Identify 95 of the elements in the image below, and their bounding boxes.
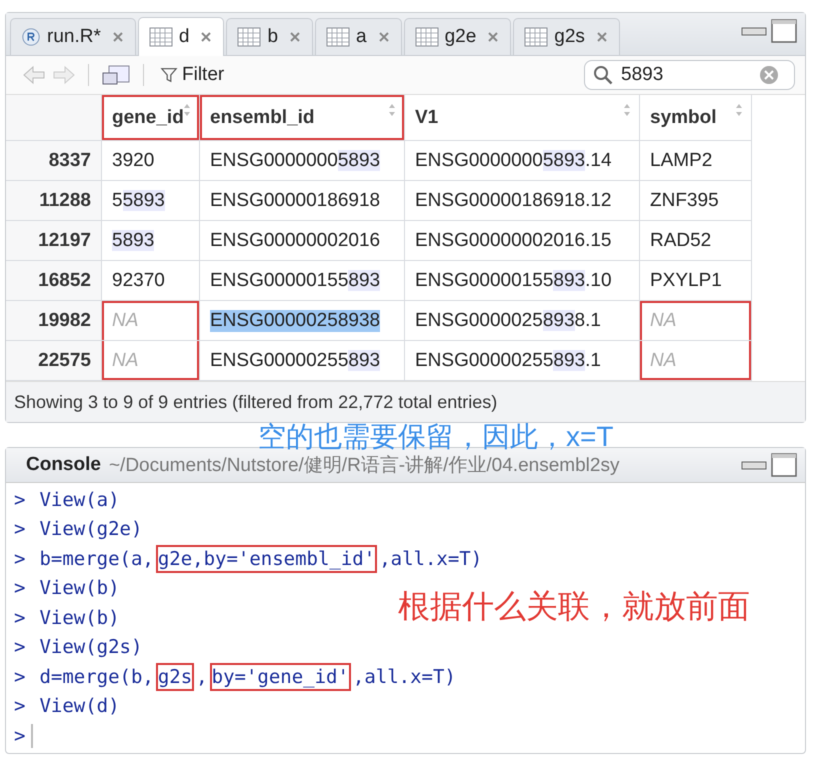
prompt: > [14, 518, 26, 540]
row-number: 11288 [6, 181, 102, 221]
tab[interactable]: run.R* [10, 18, 136, 55]
code-line: View(b) [38, 577, 121, 600]
grid-icon [326, 27, 350, 47]
prompt: > [14, 606, 26, 629]
table-cell: LAMP2 [640, 141, 752, 181]
tab[interactable]: d [138, 17, 224, 56]
table-cell: ENSG00000155893 [200, 261, 405, 301]
row-number: 22575 [6, 341, 102, 381]
prompt: > [14, 577, 26, 600]
clear-icon[interactable] [759, 65, 779, 85]
table-cell: RAD52 [640, 221, 752, 261]
console-title: Console [26, 454, 101, 476]
grid-icon [524, 27, 548, 47]
tab[interactable]: g2e [404, 18, 512, 55]
table-cell: NA [640, 341, 752, 381]
table-cell: ENSG00000005893.14 [405, 141, 640, 181]
code-line: View(a) [38, 488, 121, 511]
table-cell: ENSG00000186918 [200, 181, 405, 221]
prompt: > [14, 488, 26, 511]
row-number: 19982 [6, 301, 102, 341]
table-cell: ENSG00000258938 [200, 301, 405, 341]
sort-icon[interactable] [183, 103, 191, 117]
annotation-text: 根据什么关联，就放前面 [398, 587, 750, 626]
working-directory: ~/Documents/Nutstore/健明/R语言-讲解/作业/04.ensembl2sy [108, 454, 620, 478]
tab[interactable]: g2s [513, 18, 620, 55]
tab-label: b [267, 26, 278, 48]
forward-arrow-icon[interactable] [52, 65, 76, 85]
grid-icon [148, 27, 173, 47]
table-cell: PXYLP1 [640, 261, 752, 301]
close-icon[interactable] [201, 32, 212, 42]
table-cell: ENSG00000005893 [200, 141, 405, 181]
tab-label: d [178, 26, 190, 48]
prompt: > [14, 636, 26, 658]
close-icon[interactable] [488, 32, 498, 42]
prompt: > [14, 666, 26, 688]
sort-icon[interactable] [735, 103, 743, 117]
sort-icon[interactable] [623, 103, 631, 117]
popout-icon[interactable] [101, 63, 131, 87]
prompt: > [14, 695, 26, 718]
grid-icon [414, 27, 439, 47]
column-header[interactable]: V1 [405, 95, 640, 141]
tab-label: g2e [444, 26, 476, 48]
table-cell: ENSG00000155893.10 [405, 261, 640, 301]
table-cell: 3920 [102, 141, 200, 181]
table-cell: 55893 [102, 181, 200, 221]
minimize-icon[interactable] [741, 25, 767, 37]
table-cell: ENSG00000002016 [200, 221, 405, 261]
close-icon[interactable] [112, 32, 123, 42]
filter-button[interactable]: Filter [156, 62, 228, 88]
tab-label: g2s [554, 26, 585, 48]
table-cell: ENSG00000186918.12 [405, 181, 640, 221]
row-number: 8337 [6, 141, 102, 181]
table-cell: NA [102, 301, 200, 341]
grid-icon [237, 27, 262, 47]
table-cell: NA [640, 301, 752, 341]
minimize-icon[interactable] [741, 459, 767, 471]
annotation-text: 空的也需要保留，因此，x=T [258, 420, 614, 454]
r-file-icon [21, 27, 41, 47]
entries-status: Showing 3 to 9 of 9 entries (filtered from 22,772 total entries) [6, 381, 805, 422]
search-field[interactable]: 5893 [584, 60, 795, 90]
maximize-icon[interactable] [771, 453, 797, 477]
maximize-icon[interactable] [771, 19, 797, 43]
tab-label: run.R* [47, 26, 101, 48]
tab[interactable]: a [315, 18, 402, 55]
search-input[interactable]: 5893 [619, 63, 753, 87]
code-line: View(g2s) [38, 636, 144, 658]
code-line: View(d) [38, 695, 121, 718]
tab-label: a [356, 26, 367, 48]
close-icon[interactable] [596, 32, 607, 42]
tab[interactable]: b [226, 18, 314, 55]
prompt: > [14, 724, 26, 747]
prompt: > [14, 548, 26, 570]
sort-icon[interactable] [388, 103, 396, 117]
search-icon [593, 65, 613, 85]
table-cell: 5893 [102, 221, 200, 261]
close-icon[interactable] [290, 32, 300, 42]
close-icon[interactable] [378, 32, 389, 42]
column-header[interactable]: gene_id [102, 95, 200, 141]
column-header[interactable]: symbol [640, 95, 752, 141]
filter-icon [160, 66, 178, 84]
table-cell: ZNF395 [640, 181, 752, 221]
row-number: 12197 [6, 221, 102, 261]
code-line: d=merge(b, g2s , by='gene_id' ,all.x=T) [37, 666, 458, 688]
code-line: View(b) [38, 606, 121, 629]
row-number: 16852 [6, 261, 102, 301]
table-cell: ENSG00000002016.15 [405, 221, 640, 261]
code-line: View(g2e) [38, 518, 144, 540]
table-cell: ENSG00000258938.1 [405, 301, 640, 341]
table-cell: 92370 [102, 261, 200, 301]
column-header[interactable]: ensembl_id [200, 95, 405, 141]
back-arrow-icon[interactable] [22, 65, 46, 85]
table-cell: NA [102, 341, 200, 381]
text-cursor [31, 724, 34, 748]
